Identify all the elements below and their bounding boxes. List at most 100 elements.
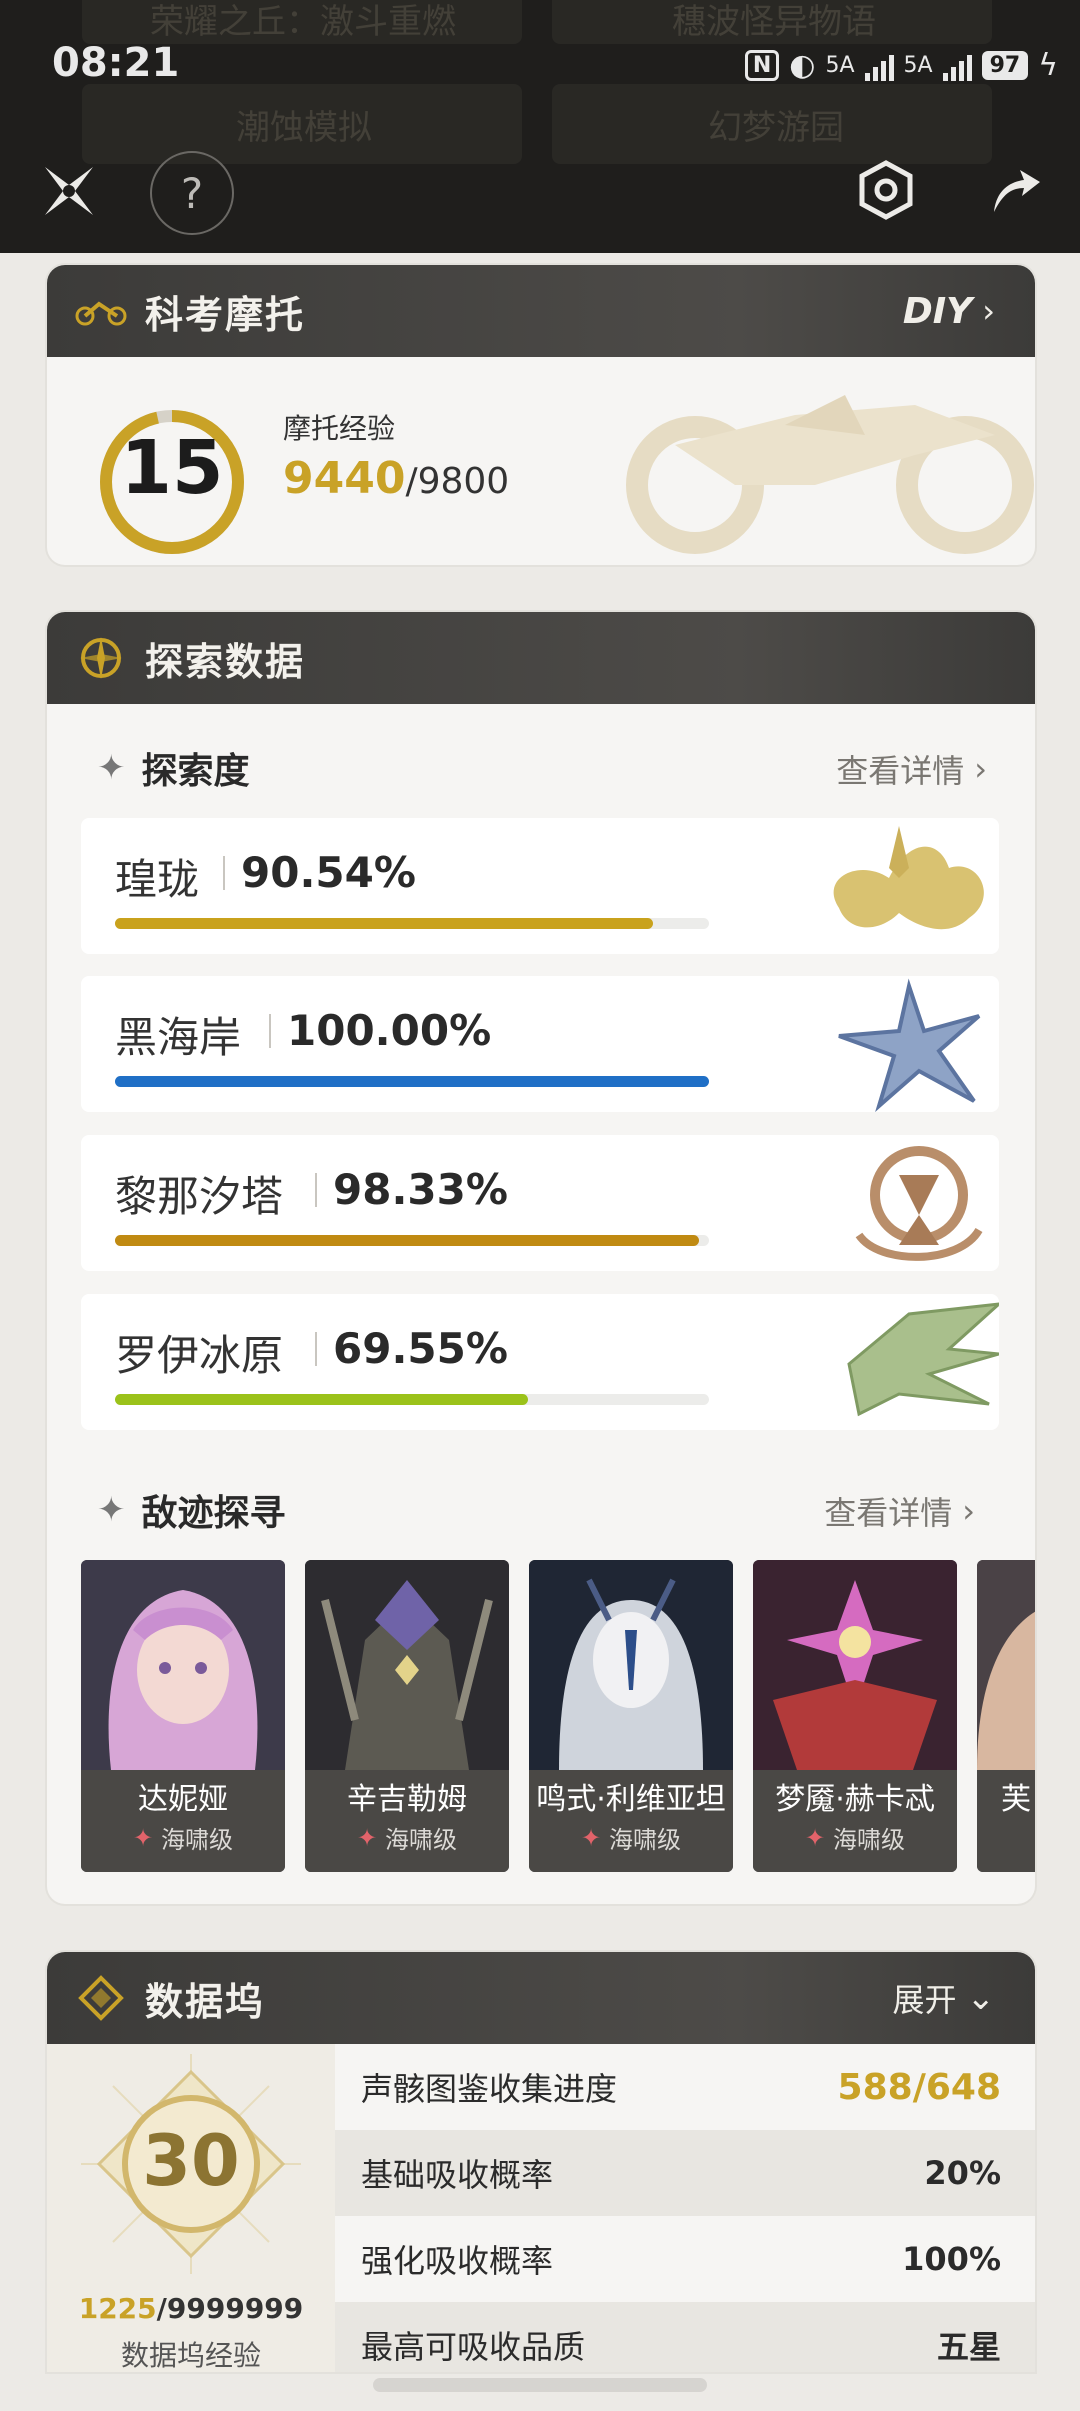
stat-value: 100% xyxy=(902,2240,1001,2278)
enemy-card[interactable]: 辛吉勒姆 ✦ 海啸级 xyxy=(305,1560,509,1872)
dock-exp-label: 数据坞经验 xyxy=(120,2339,261,2372)
home-indicator[interactable] xyxy=(373,2378,707,2392)
background-menu-item: 潮蚀模拟 xyxy=(236,108,372,148)
region-name: 罗伊冰原 xyxy=(115,1331,284,1380)
close-icon[interactable] xyxy=(38,160,100,222)
enemy-portrait xyxy=(529,1560,733,1770)
enemy-name: 达妮娅 xyxy=(138,1782,228,1817)
enemy-card[interactable]: 达妮娅 ✦ 海啸级 xyxy=(81,1560,285,1872)
divider xyxy=(315,1173,317,1207)
enemy-rank-label: 海啸级 xyxy=(609,1826,682,1854)
explore-card-title: 探索数据 xyxy=(145,639,306,684)
details-label: 查看详情 xyxy=(824,1494,953,1532)
stat-label: 最高可吸收品质 xyxy=(361,2328,586,2366)
stat-value: 20% xyxy=(924,2154,1001,2192)
enemy-rank: ✦ 海啸级 xyxy=(305,1820,509,1855)
tsunami-class-icon: ✦ xyxy=(356,1823,378,1852)
tsunami-class-icon: ✦ xyxy=(132,1823,154,1852)
stat-value: 588/648 xyxy=(837,2066,1001,2108)
progress-fill xyxy=(115,1235,700,1246)
moto-exp-label: 摩托经验 xyxy=(283,412,396,445)
background-menu-item: 穗波怪异物语 xyxy=(672,2,876,42)
dock-level: 30 xyxy=(142,2120,240,2202)
divider xyxy=(223,856,225,890)
region-name: 瑝珑 xyxy=(115,855,200,904)
dock-card-title: 数据坞 xyxy=(145,1979,266,2024)
background-menu-item: 幻梦游园 xyxy=(708,108,844,148)
expand-label: 展开 xyxy=(892,1981,957,2019)
do-not-disturb-icon: ◐ xyxy=(789,48,816,83)
dock-stat-row: 最高可吸收品质 五星 xyxy=(335,2302,1035,2372)
chevron-right-icon: › xyxy=(962,1492,975,1530)
stat-label: 声骸图鉴收集进度 xyxy=(361,2070,618,2108)
enemy-portrait xyxy=(753,1560,957,1770)
enemy-details-link[interactable]: 查看详情 › xyxy=(824,1488,975,1534)
region-percent: 100.00% xyxy=(287,1006,492,1055)
share-arrow-icon xyxy=(994,170,1040,212)
region-name: 黎那汐塔 xyxy=(115,1172,284,1221)
sparkle-icon: ✦ xyxy=(97,748,126,788)
region-row[interactable]: 黎那汐塔 98.33% xyxy=(81,1135,999,1271)
charging-icon: ϟ xyxy=(1038,48,1058,83)
enemy-card[interactable]: 梦魇·赫卡忒 ✦ 海啸级 xyxy=(753,1560,957,1872)
region-name: 黑海岸 xyxy=(115,1013,242,1062)
progress-track xyxy=(115,1394,709,1405)
region-row[interactable]: 瑝珑 90.54% xyxy=(81,818,999,954)
dock-level-panel: 30 1225/9999999 数据坞经验 xyxy=(47,2044,335,2372)
moto-exp-current: 9440 xyxy=(283,453,406,504)
progress-fill xyxy=(115,918,653,929)
enemy-portrait xyxy=(305,1560,509,1770)
moto-card-title: 科考摩托 xyxy=(145,292,306,337)
huanglong-emblem-icon xyxy=(833,826,984,930)
frostlands-emblem-icon xyxy=(847,1302,999,1417)
dock-exp-value: 1225/9999999 xyxy=(47,2292,335,2325)
region-row[interactable]: 黑海岸 100.00% xyxy=(81,976,999,1112)
enemy-rank: ✦ 海啸级 xyxy=(529,1820,733,1855)
enemy-portrait xyxy=(81,1560,285,1770)
share-button[interactable] xyxy=(984,160,1044,220)
signal-icon xyxy=(864,51,894,81)
enemy-name: 梦魇·赫卡忒 xyxy=(775,1782,935,1817)
hexagon-settings-icon xyxy=(859,160,913,220)
region-percent: 69.55% xyxy=(333,1324,508,1373)
enemy-list[interactable]: 达妮娅 ✦ 海啸级 辛吉勒姆 ✦ 海啸级 鸣式·利维亚坦 ✦ 海啸级 梦魇·赫卡… xyxy=(81,1560,1035,1872)
progress-track xyxy=(115,1076,709,1087)
dock-card-header[interactable]: 数据坞 展开 ⌄ xyxy=(47,1952,1035,2044)
stat-value: 五星 xyxy=(936,2328,1001,2366)
enemy-rank: ✦ 海啸级 xyxy=(753,1820,957,1855)
exploration-section-header: ✦ 探索度 xyxy=(97,742,250,794)
background-menu-item: 荣耀之丘：激斗重燃 xyxy=(150,2,456,42)
enemy-card[interactable]: 鸣式·利维亚坦 ✦ 海啸级 xyxy=(529,1560,733,1872)
stat-label: 强化吸收概率 xyxy=(361,2242,554,2280)
moto-exp-value: 9440/9800 xyxy=(283,453,509,504)
status-icons: N ◐ 5A 5A 97 ϟ xyxy=(744,48,1058,83)
exploration-section-title: 探索度 xyxy=(141,751,250,792)
chevron-right-icon: › xyxy=(982,292,995,330)
dock-exp-max: /9999999 xyxy=(156,2292,304,2325)
dock-stat-row: 强化吸收概率 100% xyxy=(335,2216,1035,2302)
diy-label: DIY xyxy=(902,290,973,332)
sparkle-icon: ✦ xyxy=(97,1490,126,1530)
enemy-name: 芙 xyxy=(1001,1782,1031,1817)
enemy-portrait xyxy=(977,1560,1035,1770)
exploration-details-link[interactable]: 查看详情 › xyxy=(836,746,987,792)
question-icon: ? xyxy=(180,168,204,218)
moto-card-header[interactable]: 科考摩托 DIY › xyxy=(47,265,1035,357)
enemy-name: 鸣式·利维亚坦 xyxy=(536,1782,726,1817)
help-button[interactable]: ? xyxy=(150,151,234,235)
dock-card: 数据坞 展开 ⌄ 30 1225/9999999 数据坞经验 声骸图鉴收集进度 … xyxy=(47,1952,1035,2372)
enemy-card[interactable]: 芙 xyxy=(977,1560,1035,1872)
diy-button[interactable]: DIY › xyxy=(903,291,995,332)
region-row[interactable]: 罗伊冰原 69.55% xyxy=(81,1294,999,1430)
moto-card: 科考摩托 DIY › 15 摩托经验 9440/9800 xyxy=(47,265,1035,565)
battery-level: 97 xyxy=(981,51,1029,80)
data-dock-icon xyxy=(75,1972,127,2024)
settings-button[interactable] xyxy=(854,158,918,222)
signal-icon xyxy=(942,51,972,81)
stat-label: 基础吸收概率 xyxy=(361,2156,554,2194)
expand-button[interactable]: 展开 ⌄ xyxy=(892,1975,995,2021)
rinascita-emblem-icon xyxy=(855,1146,983,1261)
network-label: 5A xyxy=(825,53,855,78)
chevron-right-icon: › xyxy=(974,750,987,788)
progress-fill xyxy=(115,1076,709,1087)
